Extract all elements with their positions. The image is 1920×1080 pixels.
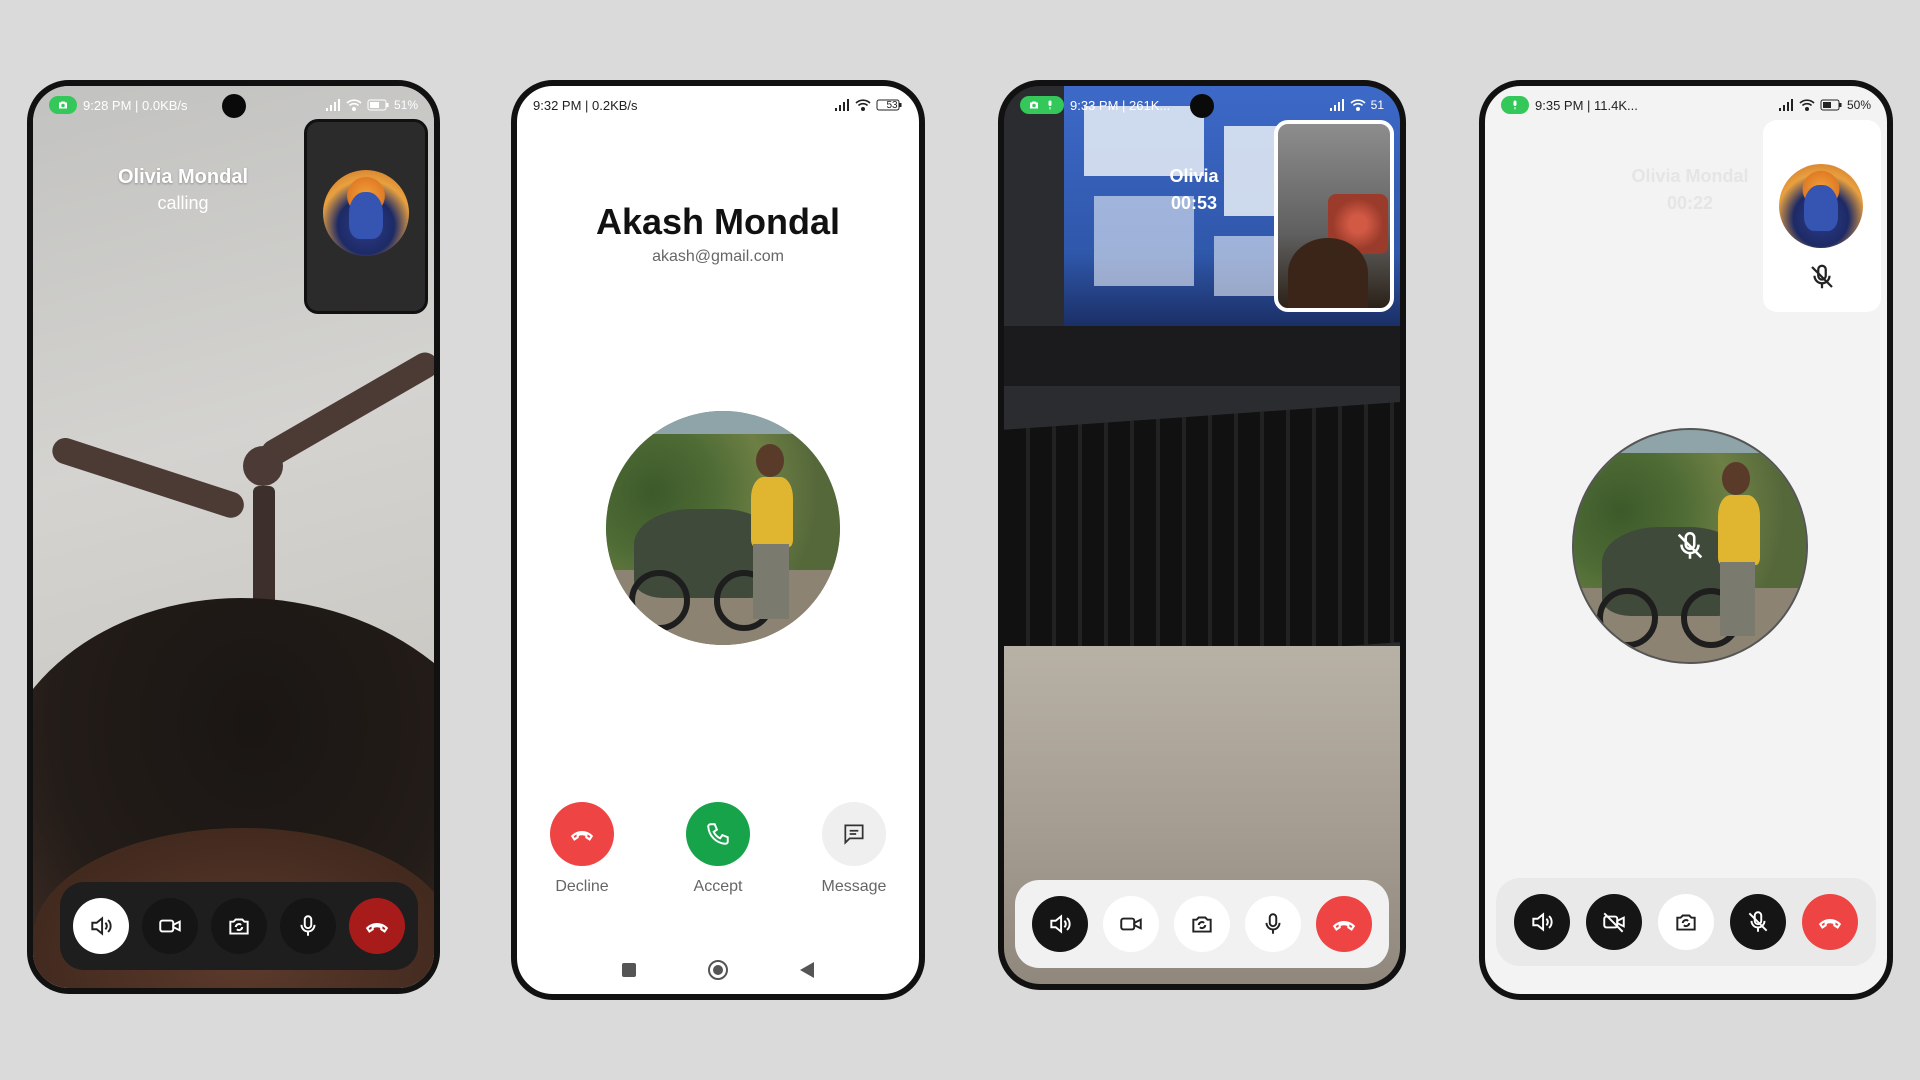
- system-navbar: [517, 960, 919, 980]
- status-bar: 9:35 PM | 11.4K... 50%: [1485, 86, 1887, 124]
- speaker-icon: [1050, 914, 1071, 934]
- mic-off-icon: [1811, 264, 1833, 289]
- remote-preview[interactable]: [1763, 120, 1881, 312]
- incoming-call-actions: Decline Accept Message: [517, 802, 919, 896]
- remote-avatar: [1779, 164, 1863, 248]
- end-call-button[interactable]: [349, 898, 406, 954]
- end-call-icon: [570, 831, 594, 841]
- mic-off-icon: [1677, 531, 1703, 559]
- caller-name: Olivia Mondal: [117, 166, 249, 188]
- call-status: calling: [157, 193, 209, 213]
- battery-icon: [1820, 99, 1842, 111]
- camera-icon: [59, 101, 67, 109]
- speaker-button[interactable]: [72, 898, 129, 954]
- video-icon: [1120, 917, 1142, 931]
- speaker-icon: [90, 916, 112, 936]
- remote-avatar: [323, 170, 409, 256]
- message-icon: [844, 824, 864, 845]
- speaker-button[interactable]: [1514, 894, 1570, 950]
- call-controls: [1015, 880, 1389, 968]
- home-button[interactable]: [708, 960, 728, 980]
- video-button[interactable]: [1103, 896, 1160, 952]
- battery-percent: 51%: [393, 98, 418, 112]
- end-call-button[interactable]: [1315, 896, 1372, 952]
- flip-camera-button[interactable]: [1173, 896, 1230, 952]
- call-controls: [60, 882, 418, 970]
- mic-button[interactable]: [1244, 896, 1301, 952]
- camera-mic-in-use-indicator: [1020, 96, 1064, 114]
- mic-icon: [1513, 100, 1517, 110]
- wifi-icon: [346, 99, 362, 112]
- signal-icon: [325, 99, 340, 111]
- recent-apps-button[interactable]: [622, 963, 636, 977]
- camera-in-use-indicator: [49, 96, 77, 114]
- phone-screen-calling: 9:28 PM | 0.0KB/s 51% Olivia Mondal call…: [27, 80, 440, 994]
- wifi-icon: [1799, 99, 1815, 112]
- end-call-button[interactable]: [1802, 894, 1858, 950]
- flip-camera-icon: [1676, 914, 1696, 931]
- battery-percent: 53: [886, 99, 898, 111]
- signal-icon: [1778, 99, 1793, 111]
- mic-icon: [1265, 913, 1281, 934]
- flip-camera-icon: [1192, 916, 1212, 933]
- status-time: 9:28 PM | 0.0KB/s: [83, 97, 188, 113]
- battery-percent: 51: [1370, 98, 1384, 112]
- caller-avatar: [606, 411, 840, 645]
- flip-camera-button[interactable]: [210, 898, 267, 954]
- caller-info: Olivia Mondal calling: [33, 166, 333, 214]
- phone-screen-audio-call: 9:35 PM | 11.4K... 50% Olivia Mondal 00:…: [1479, 80, 1893, 1000]
- phone-icon: [707, 823, 729, 845]
- message-button[interactable]: [822, 802, 886, 866]
- caller-avatar: [1572, 428, 1808, 664]
- status-time: 9:35 PM | 11.4K...: [1535, 97, 1638, 113]
- phone-screen-incoming-call: 9:32 PM | 0.2KB/s 53 Akash Mondal akash@…: [511, 80, 925, 1000]
- back-button[interactable]: [800, 962, 814, 978]
- status-bar: 9:32 PM | 0.2KB/s 53: [517, 86, 919, 124]
- end-call-icon: [1332, 921, 1355, 931]
- battery-percent: 50%: [1846, 98, 1871, 112]
- call-controls: [1496, 878, 1876, 966]
- flip-camera-icon: [229, 918, 249, 935]
- wifi-icon: [855, 99, 871, 112]
- accept-action[interactable]: Accept: [678, 802, 758, 896]
- speaker-button[interactable]: [1032, 896, 1089, 952]
- front-camera-cutout: [221, 94, 246, 118]
- mic-in-use-indicator: [1501, 96, 1529, 114]
- video-button[interactable]: [141, 898, 198, 954]
- mic-off-icon: [1748, 911, 1768, 932]
- mic-icon: [300, 915, 316, 936]
- accept-label: Accept: [693, 878, 743, 895]
- flip-camera-button[interactable]: [1658, 894, 1714, 950]
- mic-off-button[interactable]: [1730, 894, 1786, 950]
- camera-icon: [1030, 101, 1038, 109]
- signal-icon: [1329, 99, 1344, 111]
- mic-icon: [1048, 100, 1052, 110]
- mic-button[interactable]: [280, 898, 337, 954]
- message-action[interactable]: Message: [814, 802, 894, 896]
- video-off-icon: [1603, 912, 1625, 933]
- remote-video-preview[interactable]: [1274, 120, 1394, 312]
- caller-name: Akash Mondal: [595, 201, 841, 242]
- front-camera-cutout: [1190, 94, 1214, 118]
- remote-video-preview[interactable]: [304, 119, 428, 314]
- decline-label: Decline: [555, 878, 609, 895]
- phone-screen-video-call: 9:33 PM | 261K... 51 Olivia 00:53: [998, 80, 1406, 990]
- decline-button[interactable]: [550, 802, 614, 866]
- video-icon: [159, 919, 181, 933]
- decline-action[interactable]: Decline: [542, 802, 622, 896]
- end-call-icon: [1818, 919, 1842, 929]
- caller-email: akash@gmail.com: [652, 248, 784, 265]
- status-time: 9:33 PM | 261K...: [1070, 97, 1171, 113]
- message-label: Message: [821, 878, 887, 895]
- battery-icon: [367, 99, 389, 111]
- video-off-button[interactable]: [1586, 894, 1642, 950]
- speaker-icon: [1532, 912, 1553, 932]
- accept-button[interactable]: [686, 802, 750, 866]
- signal-icon: [835, 99, 849, 111]
- keyboard-in-view: [1004, 402, 1400, 670]
- status-time: 9:32 PM | 0.2KB/s: [533, 97, 638, 113]
- wifi-icon: [1350, 99, 1366, 112]
- end-call-icon: [366, 923, 389, 933]
